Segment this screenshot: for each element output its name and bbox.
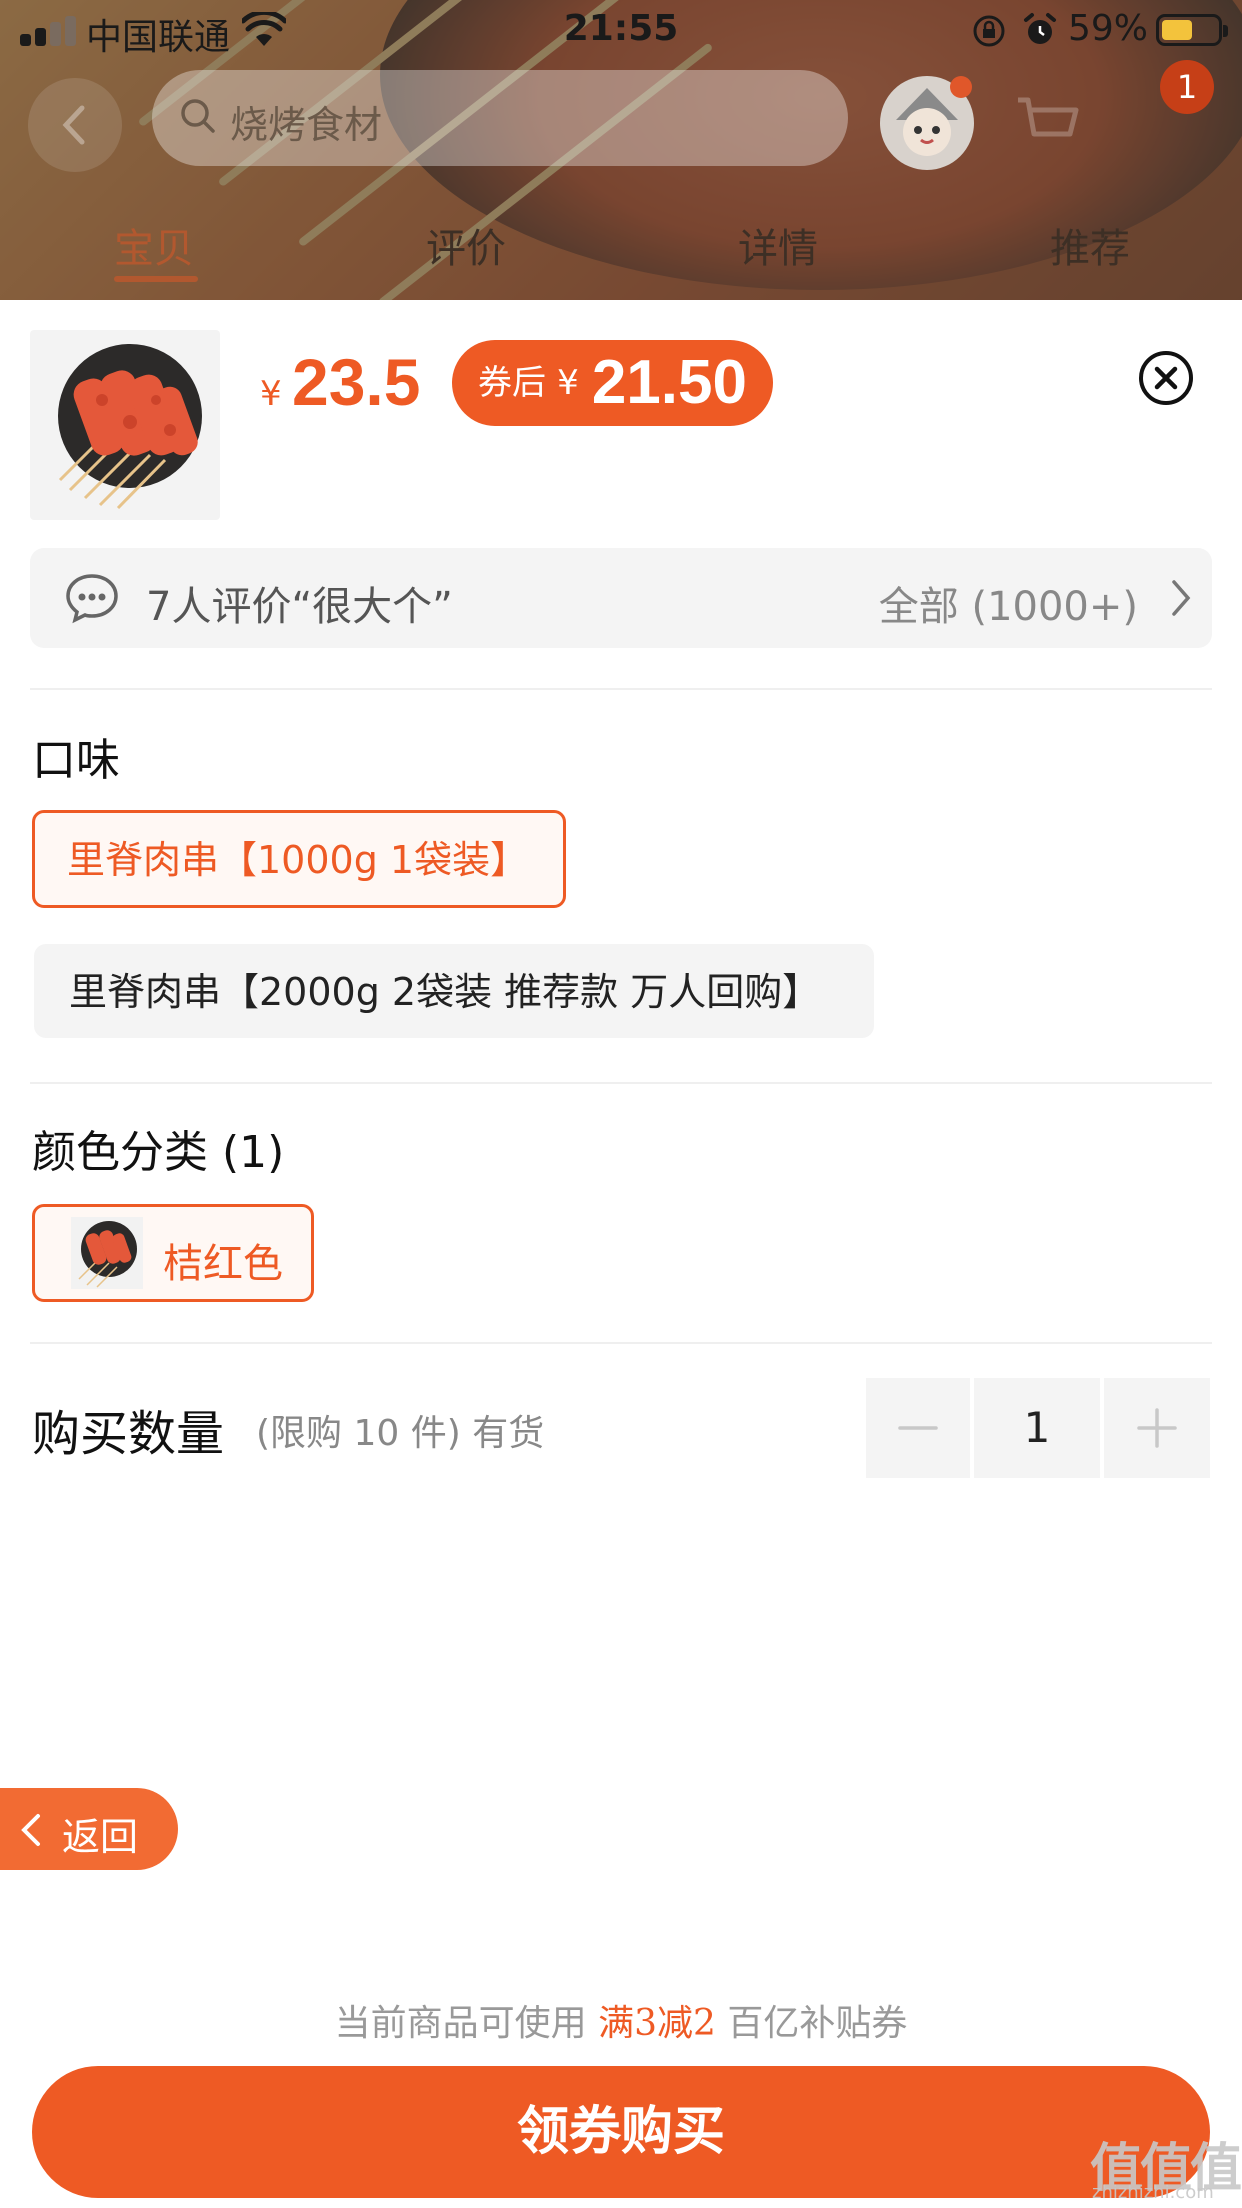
search-placeholder: 烧烤食材 — [230, 103, 383, 147]
color-option-label: 桔红色 — [163, 1241, 283, 1287]
product-tabs: 宝贝 评价 详情 推荐 — [0, 216, 1242, 286]
chevron-left-icon — [21, 1814, 40, 1846]
quantity-stepper: 1 — [866, 1378, 1210, 1478]
watermark-domain: zhizhizhi.com — [1092, 2182, 1214, 2203]
review-summary-text: 7人评价“很大个” — [146, 584, 453, 630]
promo-highlight: 满3减2 — [598, 2003, 716, 2044]
alarm-icon — [1024, 13, 1056, 44]
notification-dot — [950, 76, 972, 98]
back-float-button[interactable]: 返回 — [0, 1788, 178, 1870]
product-image — [58, 344, 202, 510]
cart-count-badge: 1 — [1160, 60, 1214, 114]
chevron-right-icon — [1172, 580, 1191, 616]
chat-bubble-icon — [66, 574, 118, 624]
search-icon — [181, 99, 215, 133]
quantity-title: 购买数量 — [32, 1406, 225, 1462]
tab-recommend[interactable]: 推荐 — [1050, 216, 1130, 274]
minus-icon — [898, 1426, 938, 1430]
quantity-note: (限购 10 件) 有货 — [256, 1413, 545, 1454]
search-input[interactable]: 烧烤食材 — [152, 70, 848, 166]
tab-reviews[interactable]: 评价 — [426, 216, 506, 274]
cart-icon[interactable] — [1012, 90, 1082, 150]
plus-icon — [1137, 1408, 1177, 1448]
color-option-thumbnail — [71, 1217, 143, 1289]
claim-coupon-buy-button[interactable]: 领券购买 — [32, 2066, 1210, 2198]
chevron-left-icon — [62, 105, 85, 145]
status-bar: 中国联通 21:55 59% — [0, 0, 1242, 62]
battery-icon — [1156, 14, 1228, 46]
flavor-option-1000g[interactable]: 里脊肉串【1000g 1袋装】 — [32, 810, 566, 908]
flavor-option-2000g[interactable]: 里脊肉串【2000g 2袋装 推荐款 万人回购】 — [34, 944, 874, 1038]
flavor-section-title: 口味 — [32, 735, 120, 786]
color-option-orange-red[interactable]: 桔红色 — [32, 1204, 314, 1302]
price: 23.5 — [292, 345, 421, 419]
coupon-price: 21.50 — [591, 348, 747, 417]
product-mini-image — [78, 1221, 137, 1288]
color-section-title: 颜色分类 (1) — [32, 1127, 285, 1178]
promo-prefix: 当前商品可使用 — [334, 2003, 599, 2044]
product-thumbnail[interactable] — [30, 330, 220, 520]
coupon-promo-note: 当前商品可使用 满3减2 百亿补贴券 — [0, 1994, 1242, 2046]
divider — [30, 1082, 1212, 1084]
quantity-value[interactable]: 1 — [974, 1378, 1100, 1478]
back-button[interactable] — [28, 78, 122, 172]
tab-details[interactable]: 详情 — [738, 216, 818, 274]
back-label: 返回 — [62, 1815, 139, 1859]
increase-button[interactable] — [1104, 1378, 1210, 1478]
coupon-currency: ¥ — [557, 363, 579, 403]
all-reviews-link[interactable]: 全部 (1000+) — [879, 574, 1138, 632]
product-nav-bar: 烧烤食材 1 — [0, 60, 1242, 172]
active-tab-indicator — [114, 276, 198, 282]
rotation-lock-icon — [973, 15, 1005, 47]
review-summary-bar[interactable]: 7人评价“很大个” 全部 (1000+) — [30, 548, 1212, 648]
coupon-label: 券后 — [478, 363, 546, 403]
decrease-button[interactable] — [866, 1378, 970, 1478]
divider — [30, 1342, 1212, 1344]
divider — [30, 688, 1212, 690]
background-product-page: 中国联通 21:55 59% 烧烤食材 1 宝贝 评价 详情 推荐 — [0, 0, 1242, 300]
close-icon[interactable] — [1136, 348, 1196, 408]
coupon-price-badge: 券后 ¥ 21.50 — [452, 340, 773, 426]
promo-suffix: 百亿补贴券 — [715, 2003, 908, 2044]
sku-selection-sheet: ¥ 23.5 券后 ¥ 21.50 7人评价“很大个” 全部 (1000+) 口… — [0, 300, 1242, 2208]
price-currency: ¥ — [260, 374, 282, 414]
battery-percent: 59% — [1068, 8, 1149, 49]
tab-baobei[interactable]: 宝贝 — [114, 216, 194, 274]
